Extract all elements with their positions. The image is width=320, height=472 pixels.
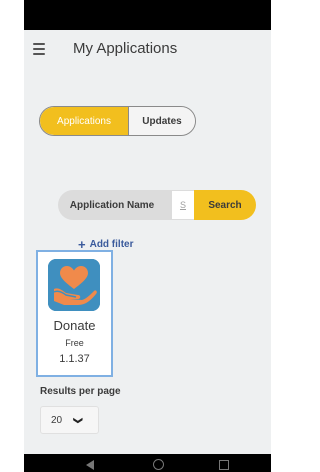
app-card[interactable]: Donate Free 1.1.37 (36, 250, 113, 377)
status-bar (24, 0, 271, 30)
add-filter-label: Add filter (89, 239, 134, 250)
tab-updates[interactable]: Updates (128, 107, 195, 135)
page-title: My Applications (73, 40, 178, 57)
view-toggle: Applications Updates (39, 106, 196, 136)
app-header: My Applications (24, 30, 271, 70)
search-field-select[interactable]: Application Name (58, 190, 172, 220)
results-per-page-value: 20 (51, 414, 63, 426)
device-bezel (0, 0, 24, 472)
results-per-page-label: Results per page (40, 386, 121, 397)
device-frame: My Applications Applications Updates App… (0, 0, 271, 472)
search-bar: Application Name S Search (58, 190, 256, 220)
chevron-down-icon: ❯ (73, 416, 84, 424)
search-input[interactable]: S (172, 190, 194, 220)
tab-applications[interactable]: Applications (40, 107, 128, 135)
home-icon[interactable] (153, 459, 164, 470)
hamburger-menu-icon[interactable] (33, 43, 45, 55)
app-price: Free (65, 338, 84, 348)
back-icon[interactable] (86, 460, 94, 470)
app-version: 1.1.37 (59, 353, 90, 365)
app-screen: My Applications Applications Updates App… (24, 30, 271, 454)
system-nav-bar (24, 454, 271, 472)
heart-in-hand-icon (48, 259, 100, 311)
recent-apps-icon[interactable] (219, 460, 229, 470)
results-per-page-select[interactable]: 20 ❯ (40, 406, 99, 434)
app-name: Donate (53, 318, 96, 333)
search-button[interactable]: Search (194, 190, 256, 220)
